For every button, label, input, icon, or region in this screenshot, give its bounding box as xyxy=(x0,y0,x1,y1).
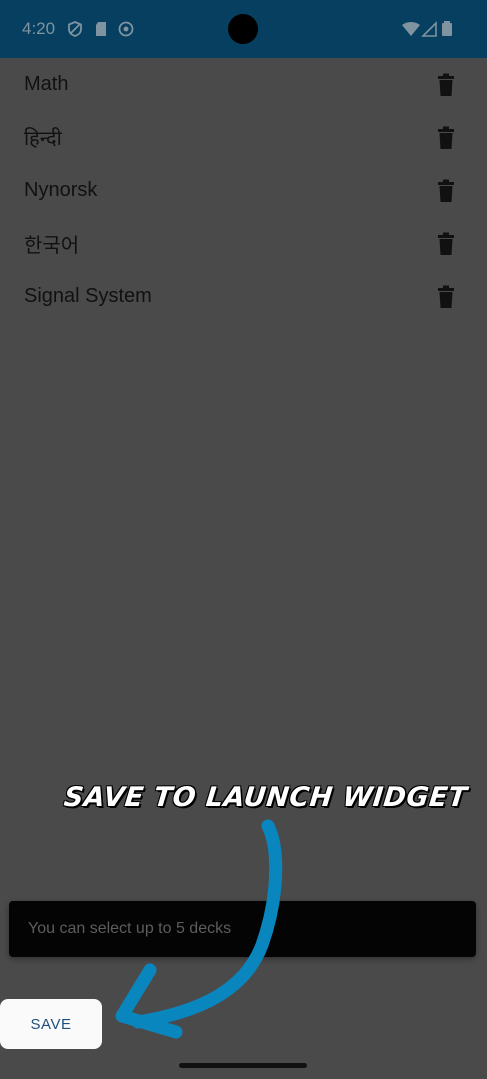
gesture-nav-handle[interactable] xyxy=(179,1063,307,1068)
trash-icon[interactable] xyxy=(436,73,456,97)
deck-name: Math xyxy=(24,73,69,95)
signal-icon xyxy=(421,21,437,37)
trash-icon[interactable] xyxy=(436,179,456,203)
deck-list: Math हिन्दी Nynorsk 한국어 Signal System xyxy=(0,58,487,323)
trash-icon[interactable] xyxy=(436,126,456,150)
front-camera xyxy=(228,14,258,44)
annotation-label: SAVE TO LAUNCH WIDGET xyxy=(62,782,469,813)
snackbar: You can select up to 5 decks xyxy=(9,901,476,957)
battery-icon xyxy=(442,21,452,36)
deck-row[interactable]: 한국어 xyxy=(0,217,487,270)
vpn-shield-icon xyxy=(68,21,82,37)
sync-icon xyxy=(118,21,134,37)
deck-row[interactable]: Nynorsk xyxy=(0,164,487,217)
status-bar: 4:20 xyxy=(0,0,487,58)
deck-name: Signal System xyxy=(24,285,152,307)
wifi-icon xyxy=(402,22,420,36)
save-button[interactable]: SAVE xyxy=(0,999,102,1049)
deck-name: 한국어 xyxy=(24,235,80,257)
deck-row[interactable]: Math xyxy=(0,58,487,111)
deck-row[interactable]: हिन्दी xyxy=(0,111,487,164)
snackbar-message: You can select up to 5 decks xyxy=(28,920,232,937)
deck-row[interactable]: Signal System xyxy=(0,270,487,323)
trash-icon[interactable] xyxy=(436,232,456,256)
deck-name: Nynorsk xyxy=(24,179,98,201)
deck-name: हिन्दी xyxy=(24,128,62,150)
sd-card-icon xyxy=(96,22,106,36)
status-time: 4:20 xyxy=(22,19,56,38)
trash-icon[interactable] xyxy=(436,285,456,309)
